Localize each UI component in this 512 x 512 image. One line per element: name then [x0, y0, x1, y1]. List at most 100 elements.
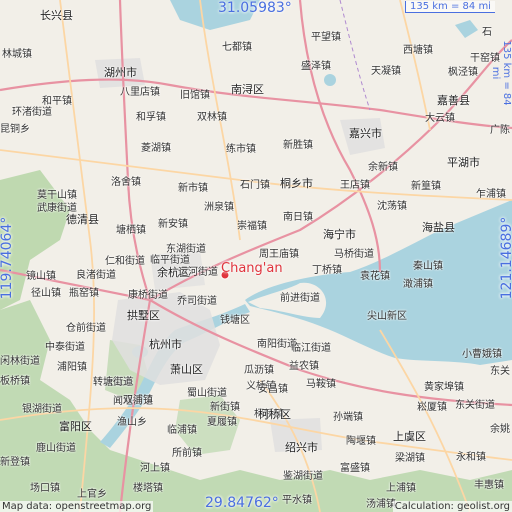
- place-label-zhouquan: 洲泉镇: [204, 202, 234, 213]
- place-label-zhuti: 转塘街道: [93, 377, 133, 388]
- place-label-pingwang: 平望镇: [311, 32, 341, 43]
- place-label-kecheng: 柯桥区: [258, 408, 291, 421]
- place-label-changkou: 场口镇: [30, 483, 60, 494]
- place-label-lianshi: 练市镇: [226, 144, 256, 155]
- place-label-jianhu: 鉴湖街道: [283, 471, 323, 482]
- place-label-heping: 和平镇: [42, 96, 72, 107]
- place-label-tangqi: 塘栖镇: [116, 225, 146, 236]
- place-label-zhouwangmiao: 周王庙镇: [259, 249, 299, 260]
- place-label-fengqiao: 枫泾镇: [448, 67, 478, 78]
- place-label-xinhuang: 新篁镇: [411, 181, 441, 192]
- place-label-fengjiang: 丰惠镇: [474, 480, 504, 491]
- place-label-xinshi: 新市镇: [178, 183, 208, 194]
- place-label-guali: 瓜沥镇: [244, 365, 274, 376]
- place-label-gongshu: 拱墅区: [127, 309, 160, 322]
- place-label-nanxun: 南浔区: [231, 83, 264, 96]
- place-label-huangjiafu: 黄家埠镇: [424, 382, 464, 393]
- place-label-dingqiao: 丁桥镇: [312, 265, 342, 276]
- place-label-qiantang: 前进街道: [280, 293, 320, 304]
- place-label-aoshan: 澉浦镇: [403, 279, 433, 290]
- place-label-lianghu: 梁湖镇: [395, 453, 425, 464]
- place-label-liangzhu: 良渚街道: [76, 270, 116, 281]
- place-label-huanzhu: 环渚街道: [12, 107, 52, 118]
- place-label-qiantingqiao: 钱塘区: [220, 315, 250, 326]
- place-label-lihu: 鹿山街道: [36, 443, 76, 454]
- place-label-heshang: 河上镇: [140, 463, 170, 474]
- place-label-xiaduan: 新登镇: [0, 457, 30, 468]
- place-label-xiashahe: 闲林街道: [0, 356, 40, 367]
- place-label-anchang: 安昌镇: [258, 384, 288, 395]
- place-label-zhongtai: 中泰街道: [45, 342, 85, 353]
- place-label-xitang: 西塘镇: [403, 45, 433, 56]
- scale-bar-top: 135 km = 84 mi: [405, 1, 495, 13]
- place-label-sunduan: 孙端镇: [333, 412, 363, 423]
- place-label-suofu: 所前镇: [172, 448, 202, 459]
- map-base-layer: [0, 0, 512, 512]
- place-label-taoyan: 陶堰镇: [346, 436, 376, 447]
- place-label-yongning: 永和镇: [456, 452, 486, 463]
- place-label-shi: 石: [482, 27, 492, 38]
- place-label-xiaocaoe: 小曹娥镇: [462, 349, 502, 360]
- place-label-shangpu: 上浦镇: [386, 483, 416, 494]
- map-attribution[interactable]: Map data: openstreetmap.org: [0, 501, 154, 512]
- place-label-shendang: 沈荡镇: [377, 201, 407, 212]
- place-label-xiaoshan: 萧山区: [170, 363, 203, 376]
- place-label-changxing: 长兴县: [40, 9, 73, 22]
- map-view[interactable]: 长兴县 林城镇 湖州市 七都镇 平望镇 西塘镇石盛泽镇 天凝镇 枫泾镇 干窑镇 八里店镇 旧馆镇 南浔…: [0, 0, 512, 512]
- place-label-dayun: 大云镇: [425, 113, 455, 124]
- place-label-mogan: 莫干山镇: [37, 190, 77, 201]
- place-label-pingshui: 平水镇: [282, 495, 312, 506]
- place-label-lingfang: 菱湖镇: [141, 143, 171, 154]
- place-label-qiaosi: 乔司街道: [177, 296, 217, 307]
- place-label-heying: 和孚镇: [136, 112, 166, 123]
- calculation-attribution[interactable]: Calculation: geolist.org: [392, 501, 512, 512]
- place-label-luoshe: 洛舍镇: [111, 177, 141, 188]
- place-label-jianshan: 尖山新区: [367, 311, 407, 322]
- place-label-xin_an: 新安镇: [158, 219, 188, 230]
- place-label-xinsheng: 新胜镇: [283, 140, 313, 151]
- place-label-bali: 八里店镇: [120, 87, 160, 98]
- longitude-left-label: 119.74064°: [0, 216, 15, 300]
- longitude-right-label: 121.14689°: [499, 216, 512, 300]
- latitude-top-label: 31.05983°: [218, 0, 292, 16]
- place-label-tianning: 天凝镇: [371, 66, 401, 77]
- place-label-haining: 海宁市: [323, 228, 356, 241]
- place-label-jiuguan: 旧馆镇: [180, 90, 210, 101]
- place-label-jiaxingxian: 嘉善县: [437, 94, 470, 107]
- place-label-yuxin: 余新镇: [368, 162, 398, 173]
- place-label-shimen: 石门镇: [240, 180, 270, 191]
- place-label-shushan: 蜀山街道: [187, 388, 227, 399]
- place-label-shangguan: 上官乡: [77, 489, 107, 500]
- place-label-haiyan: 海盐县: [422, 221, 455, 234]
- place-label-maqiao: 马桥街道: [334, 249, 374, 260]
- place-label-yuanhua: 袁花镇: [360, 271, 390, 282]
- place-label-shaoxing: 绍兴市: [285, 441, 318, 454]
- location-marker-label[interactable]: Chang'an: [221, 261, 283, 276]
- place-label-nanri: 南日镇: [283, 212, 313, 223]
- place-label-huzhou: 湖州市: [104, 66, 137, 79]
- place-label-fuchun: 富阳区: [59, 420, 92, 433]
- place-label-jiaxing: 嘉兴市: [349, 127, 382, 140]
- place-label-pinghu: 平湖市: [447, 156, 480, 169]
- place-label-xinjiang: 新街镇: [210, 402, 240, 413]
- place-label-shuanglin: 双林镇: [197, 112, 227, 123]
- place-label-banqiao: 板桥镇: [0, 376, 30, 387]
- place-label-linpu: 临浦镇: [167, 425, 197, 436]
- place-label-pingyao: 瓶窑镇: [69, 288, 99, 299]
- scale-bar-right: 135 km = 84 mi: [490, 40, 512, 106]
- place-label-yunhe: 运河街道: [178, 267, 218, 278]
- place-label-tangpu: 汤浦镇: [366, 499, 396, 510]
- place-label-cangqian: 仓前街道: [66, 323, 106, 334]
- latitude-bottom-label: 29.84762°: [205, 495, 279, 511]
- place-label-fuchengjie: 富盛镇: [340, 463, 370, 474]
- place-label-deqing: 德清县: [66, 213, 99, 226]
- place-label-yuyao: 余姚: [490, 424, 510, 435]
- place-label-chongfu: 崇福镇: [237, 221, 267, 232]
- place-label-kangqiao: 康桥街道: [128, 290, 168, 301]
- place-label-dongguanjie: 东关街道: [455, 400, 495, 411]
- place-label-shengze: 盛泽镇: [301, 61, 331, 72]
- place-label-qibuzhen: 七都镇: [222, 42, 252, 53]
- place-label-linchengzhen: 林城镇: [2, 49, 32, 60]
- place-label-shuangbin: 双浦镇: [123, 395, 153, 406]
- place-label-shangyu: 上虞区: [393, 430, 426, 443]
